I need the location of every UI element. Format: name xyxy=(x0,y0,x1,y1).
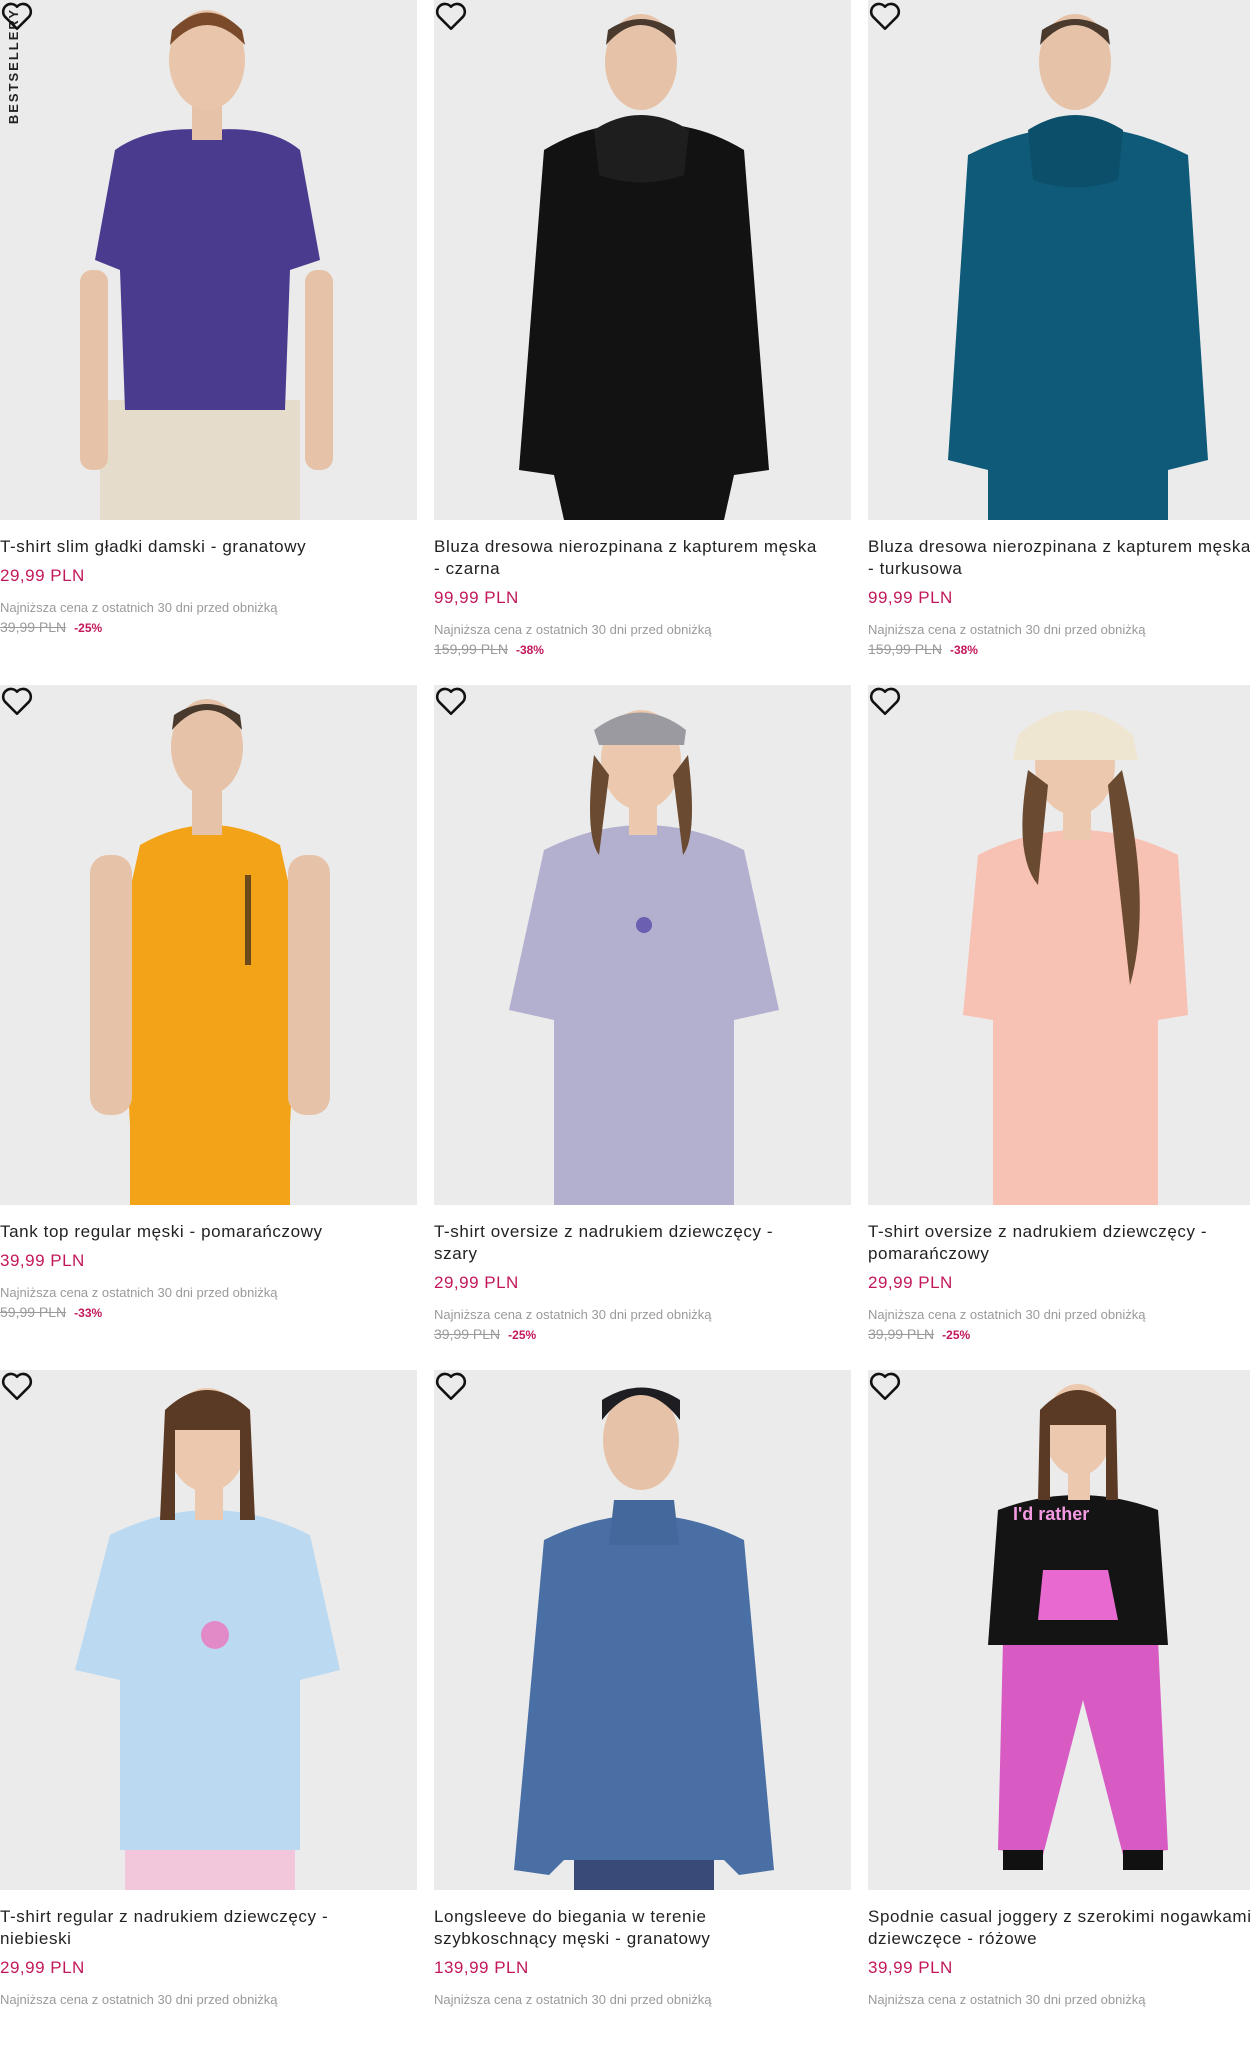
product-price: 39,99 PLN xyxy=(0,1251,85,1270)
heart-icon[interactable] xyxy=(0,1370,34,1402)
heart-icon[interactable] xyxy=(434,0,468,32)
product-price: 139,99 PLN xyxy=(434,1958,529,1977)
model-illustration xyxy=(948,14,1208,520)
discount-badge: -25% xyxy=(942,1328,971,1342)
product-card[interactable]: I'd rather Spodnie casual joggery z szer… xyxy=(868,1370,1250,2055)
product-image[interactable] xyxy=(868,685,1250,1205)
product-price: 29,99 PLN xyxy=(0,1958,85,1977)
product-name[interactable]: Bluza dresowa nierozpinana z kapturem mę… xyxy=(868,536,1250,580)
lowest-price-label: Najniższa cena z ostatnich 30 dni przed … xyxy=(0,1285,278,1300)
product-price: 29,99 PLN xyxy=(434,1273,519,1292)
product-card[interactable]: Bluza dresowa nierozpinana z kapturem mę… xyxy=(434,0,851,685)
discount-badge: -33% xyxy=(74,1306,103,1320)
model-illustration xyxy=(75,1388,340,1890)
lowest-price-label: Najniższa cena z ostatnich 30 dni przed … xyxy=(868,1992,1146,2007)
model-illustration xyxy=(90,699,330,1205)
lowest-price-label: Najniższa cena z ostatnich 30 dni przed … xyxy=(868,1307,1146,1322)
product-name[interactable]: T-shirt oversize z nadrukiem dziewczęcy … xyxy=(434,1221,851,1265)
lowest-price-label: Najniższa cena z ostatnich 30 dni przed … xyxy=(0,600,278,615)
product-name[interactable]: Spodnie casual joggery z szerokimi nogaw… xyxy=(868,1906,1250,1950)
product-card[interactable]: Bluza dresowa nierozpinana z kapturem mę… xyxy=(868,0,1250,685)
heart-icon[interactable] xyxy=(868,685,902,717)
old-price: 39,99 PLN xyxy=(0,619,67,635)
heart-icon[interactable] xyxy=(868,0,902,32)
old-price: 159,99 PLN xyxy=(434,641,508,657)
product-image[interactable] xyxy=(434,685,851,1205)
model-illustration xyxy=(519,14,769,520)
product-card[interactable]: BESTSELLERY T-shirt slim gładki damski -… xyxy=(0,0,417,685)
lowest-price-label: Najniższa cena z ostatnich 30 dni przed … xyxy=(434,1307,712,1322)
model-illustration xyxy=(509,710,779,1205)
product-price: 99,99 PLN xyxy=(868,588,953,607)
product-name[interactable]: T-shirt oversize z nadrukiem dziewczęcy … xyxy=(868,1221,1250,1265)
product-name[interactable]: Bluza dresowa nierozpinana z kapturem mę… xyxy=(434,536,851,580)
discount-badge: -25% xyxy=(74,621,103,635)
product-card[interactable]: Longsleeve do biegania w terenie szybkos… xyxy=(434,1370,851,2055)
product-image[interactable] xyxy=(0,1370,417,1890)
product-name[interactable]: Tank top regular męski - pomarańczowy xyxy=(0,1221,417,1243)
old-price: 39,99 PLN xyxy=(434,1326,501,1342)
product-image[interactable] xyxy=(434,1370,851,1890)
heart-icon[interactable] xyxy=(0,0,34,32)
product-image[interactable] xyxy=(868,0,1250,520)
product-price: 29,99 PLN xyxy=(868,1273,953,1292)
lowest-price-label: Najniższa cena z ostatnich 30 dni przed … xyxy=(434,1992,712,2007)
heart-icon[interactable] xyxy=(0,685,34,717)
model-illustration xyxy=(80,10,333,520)
product-image[interactable] xyxy=(434,0,851,520)
product-price: 99,99 PLN xyxy=(434,588,519,607)
model-illustration xyxy=(963,710,1188,1205)
discount-badge: -38% xyxy=(949,643,978,657)
product-card[interactable]: Tank top regular męski - pomarańczowy 39… xyxy=(0,685,417,1370)
product-card[interactable]: T-shirt oversize z nadrukiem dziewczęcy … xyxy=(434,685,851,1370)
product-card[interactable]: T-shirt regular z nadrukiem dziewczęcy -… xyxy=(0,1370,417,2055)
heart-icon[interactable] xyxy=(868,1370,902,1402)
product-name[interactable]: T-shirt slim gładki damski - granatowy xyxy=(0,536,417,558)
product-name[interactable]: T-shirt regular z nadrukiem dziewczęcy -… xyxy=(0,1906,417,1950)
model-illustration xyxy=(514,1387,774,1890)
lowest-price-label: Najniższa cena z ostatnich 30 dni przed … xyxy=(434,622,712,637)
model-illustration: I'd rather xyxy=(988,1384,1168,1870)
product-name[interactable]: Longsleeve do biegania w terenie szybkos… xyxy=(434,1906,851,1950)
discount-badge: -25% xyxy=(508,1328,537,1342)
product-card[interactable]: T-shirt oversize z nadrukiem dziewczęcy … xyxy=(868,685,1250,1370)
print-text: I'd rather xyxy=(1013,1504,1089,1524)
lowest-price-label: Najniższa cena z ostatnich 30 dni przed … xyxy=(868,622,1146,637)
old-price: 59,99 PLN xyxy=(0,1304,67,1320)
product-grid: BESTSELLERY T-shirt slim gładki damski -… xyxy=(0,0,1250,2055)
heart-icon[interactable] xyxy=(434,1370,468,1402)
old-price: 39,99 PLN xyxy=(868,1326,935,1342)
discount-badge: -38% xyxy=(515,643,544,657)
product-price: 39,99 PLN xyxy=(868,1958,953,1977)
product-image[interactable] xyxy=(0,685,417,1205)
lowest-price-label: Najniższa cena z ostatnich 30 dni przed … xyxy=(0,1992,278,2007)
product-image[interactable]: BESTSELLERY xyxy=(0,0,417,520)
heart-icon[interactable] xyxy=(434,685,468,717)
product-price: 29,99 PLN xyxy=(0,566,85,585)
product-image[interactable]: I'd rather xyxy=(868,1370,1250,1890)
old-price: 159,99 PLN xyxy=(868,641,942,657)
